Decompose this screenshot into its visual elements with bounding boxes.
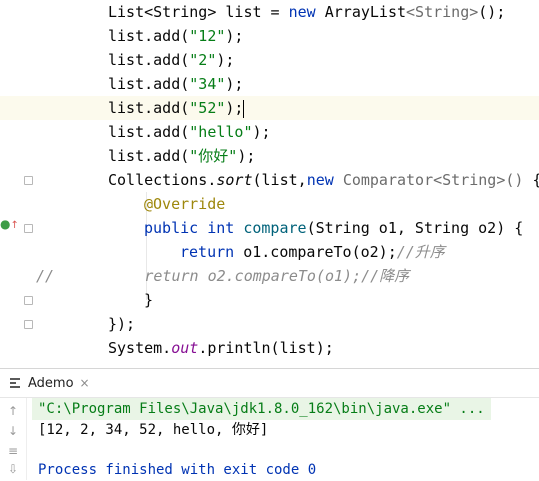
code-token: ); [216, 51, 235, 69]
code-token: sort [216, 171, 253, 189]
code-token: return [180, 243, 244, 261]
code-line[interactable]: list.add("52"); [0, 96, 539, 120]
code-token: { [532, 171, 539, 189]
code-token: Comparator<String>() [342, 171, 533, 189]
code-editor[interactable]: ●↑ List<String> list = new ArrayList<Str… [0, 0, 539, 368]
console-program-output: [12, 2, 34, 52, hello, 你好] [38, 422, 269, 438]
fold-marker-icon[interactable] [24, 320, 33, 329]
code-token: "2" [189, 51, 217, 69]
code-token: list.add( [108, 75, 190, 93]
code-token: }); [108, 315, 136, 333]
code-token: list.add( [108, 51, 190, 69]
code-token: "34" [189, 75, 226, 93]
code-text: list.add("52"); [108, 96, 245, 120]
code-line[interactable]: list.add("12"); [0, 24, 539, 48]
code-token: "你好" [189, 147, 238, 165]
run-tab-bar: Ademo × [0, 369, 539, 398]
scroll-down-icon[interactable]: ↓ [6, 424, 20, 438]
code-text: return o1.compareTo(o2);//升序 [180, 240, 445, 264]
code-token: ); [252, 123, 271, 141]
code-line[interactable]: Collections.sort(list,new Comparator<Str… [0, 168, 539, 192]
run-tab-label: Ademo [28, 375, 74, 391]
code-token: compare [243, 219, 307, 237]
soft-wrap-icon[interactable]: ≡ [6, 444, 20, 458]
code-line[interactable]: list.add("hello"); [0, 120, 539, 144]
code-token: <String> [406, 3, 479, 21]
code-text: System.out.println(list); [108, 336, 334, 360]
code-token: Collections. [108, 171, 217, 189]
code-token: ); [225, 75, 244, 93]
run-tab-ademo[interactable]: Ademo × [8, 369, 90, 397]
code-token: "52" [189, 99, 226, 117]
code-token: //升序 [396, 243, 445, 261]
run-toolbar: ↑ ↓ ≡ ⇩ [0, 398, 27, 480]
code-text: public int compare(String o1, String o2)… [144, 216, 523, 240]
text-caret [243, 99, 245, 118]
code-line[interactable]: return o1.compareTo(o2);//升序 [0, 240, 539, 264]
close-icon[interactable]: × [80, 376, 90, 390]
run-tool-window: Ademo × ↑ ↓ ≡ ⇩ "C:\Program Files\Java\j… [0, 368, 539, 480]
code-line[interactable]: list.add("你好"); [0, 144, 539, 168]
code-token: List<String> list = [108, 3, 289, 21]
code-line[interactable]: }); [0, 312, 539, 336]
scroll-up-icon[interactable]: ↑ [6, 404, 20, 418]
code-text: list.add("34"); [108, 72, 243, 96]
console-output[interactable]: "C:\Program Files\Java\jdk1.8.0_162\bin\… [30, 398, 539, 480]
code-text: list.add("2"); [108, 48, 234, 72]
code-text: list.add("你好"); [108, 144, 255, 168]
fold-marker-icon[interactable] [24, 176, 33, 185]
code-text: List<String> list = new ArrayList<String… [108, 0, 505, 24]
code-token: System. [108, 339, 172, 357]
code-token: (list, [252, 171, 307, 189]
code-text: // return o2.compareTo(o1);//降序 [36, 264, 409, 288]
code-token: new [288, 3, 325, 21]
code-token: @Override [144, 195, 226, 213]
code-text: }); [108, 312, 135, 336]
fold-marker-icon[interactable] [24, 296, 33, 305]
console-command-line[interactable]: "C:\Program Files\Java\jdk1.8.0_162\bin\… [32, 398, 491, 420]
code-token: .println(list); [198, 339, 334, 357]
code-token: o1.compareTo(o2); [243, 243, 397, 261]
code-token: "12" [189, 27, 226, 45]
code-token: (String o1, String o2) { [306, 219, 524, 237]
code-line[interactable]: public int compare(String o1, String o2)… [0, 216, 539, 240]
code-token: (); [478, 3, 506, 21]
code-line[interactable]: list.add("2"); [0, 48, 539, 72]
code-line[interactable]: // return o2.compareTo(o1);//降序 [0, 264, 539, 288]
code-text: list.add("hello"); [108, 120, 271, 144]
code-token: public int [144, 219, 244, 237]
scroll-to-end-icon[interactable]: ⇩ [6, 462, 20, 476]
run-config-icon [8, 376, 22, 390]
code-token: list.add( [108, 147, 190, 165]
fold-marker-icon[interactable] [24, 224, 33, 233]
code-line[interactable]: List<String> list = new ArrayList<String… [0, 0, 539, 24]
code-token: ); [225, 99, 244, 117]
console-exit-message: Process finished with exit code 0 [38, 462, 317, 478]
code-token: ); [225, 27, 244, 45]
code-token: ArrayList [324, 3, 407, 21]
code-token: new [306, 171, 343, 189]
code-line[interactable]: list.add("34"); [0, 72, 539, 96]
code-token: ); [237, 147, 256, 165]
code-token: list.add( [108, 99, 190, 117]
code-line[interactable]: } [0, 288, 539, 312]
code-token: // return o2.compareTo(o1);//降序 [36, 267, 410, 285]
code-token: "hello" [189, 123, 253, 141]
code-token: out [171, 339, 199, 357]
code-line[interactable]: @Override [0, 192, 539, 216]
code-text: Collections.sort(list,new Comparator<Str… [108, 168, 539, 192]
code-text: } [144, 288, 153, 312]
code-line[interactable]: System.out.println(list); [0, 336, 539, 360]
code-token: list.add( [108, 123, 190, 141]
code-text: @Override [144, 192, 225, 216]
code-token: list.add( [108, 27, 190, 45]
code-text: list.add("12"); [108, 24, 243, 48]
code-token: } [144, 291, 154, 309]
